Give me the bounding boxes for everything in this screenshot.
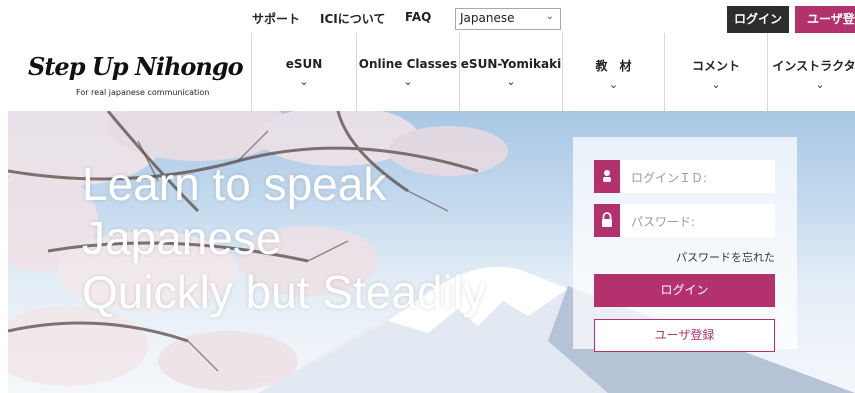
login-button[interactable]: ログイン (594, 274, 775, 307)
top-bar: サポート ICIについて FAQ Japanese ⌄ ログイン ユーザ登録 (0, 0, 855, 33)
password-field[interactable]: パスワード: (594, 204, 775, 237)
nav-item-label: eSUN-Yomikaki (460, 57, 562, 71)
site-logo[interactable]: Step Up Nihongo For real japanese commun… (28, 52, 244, 102)
hero-headline-line3: Quickly but Steadily (82, 266, 486, 318)
chevron-down-icon: ⌄ (815, 78, 825, 91)
nav-item-label: 教 材 (595, 59, 632, 73)
chevron-down-icon: ⌄ (608, 78, 619, 91)
nav-item-esun[interactable]: eSUN ⌄ (251, 33, 356, 111)
chevron-down-icon: ⌄ (299, 75, 309, 88)
nav-item-label: インストラクター (772, 59, 855, 73)
logo-tagline: For real japanese communication (76, 88, 210, 97)
about-ici-link[interactable]: ICIについて (320, 10, 385, 27)
hero-headline-line1: Learn to speak (82, 158, 387, 210)
language-select[interactable]: Japanese ⌄ (455, 8, 561, 30)
nav-item-esun-yomikaki[interactable]: eSUN-Yomikaki ⌄ (459, 33, 562, 111)
faq-link[interactable]: FAQ (405, 10, 431, 24)
language-select-value: Japanese (460, 11, 515, 25)
logo-text: Step Up Nihongo (28, 52, 244, 81)
nav-item-comments[interactable]: コメント ⌄ (664, 33, 767, 111)
hero-headline-line2: Japanese (82, 212, 282, 264)
chevron-down-icon: ⌄ (506, 75, 516, 88)
support-link[interactable]: サポート (252, 10, 300, 27)
nav-item-label: eSUN (285, 57, 323, 71)
register-button-top[interactable]: ユーザ登録 (795, 6, 855, 33)
chevron-down-icon: ⌄ (545, 11, 554, 22)
login-panel: ログインＩＤ: パスワード: パスワードを忘れた ログイン ユーザ登録 (573, 137, 797, 352)
lock-icon (594, 204, 620, 237)
nav-item-label: Online Classes (358, 57, 458, 71)
password-placeholder: パスワード: (631, 215, 696, 229)
register-button[interactable]: ユーザ登録 (594, 319, 775, 352)
nav-item-materials[interactable]: 教 材 ⌄ (562, 33, 664, 111)
login-id-field[interactable]: ログインＩＤ: (594, 160, 775, 193)
nav-item-label: コメント (691, 59, 740, 73)
chevron-down-icon: ⌄ (711, 78, 721, 91)
nav-item-instructors[interactable]: インストラクター ⌄ (767, 33, 855, 111)
login-id-placeholder: ログインＩＤ: (631, 171, 708, 185)
nav-item-online-classes[interactable]: Online Classes ⌄ (356, 33, 459, 111)
forgot-password-link[interactable]: パスワードを忘れた (676, 249, 775, 265)
chevron-down-icon: ⌄ (403, 75, 413, 88)
user-icon (594, 160, 620, 193)
login-button-top[interactable]: ログイン (727, 6, 789, 33)
